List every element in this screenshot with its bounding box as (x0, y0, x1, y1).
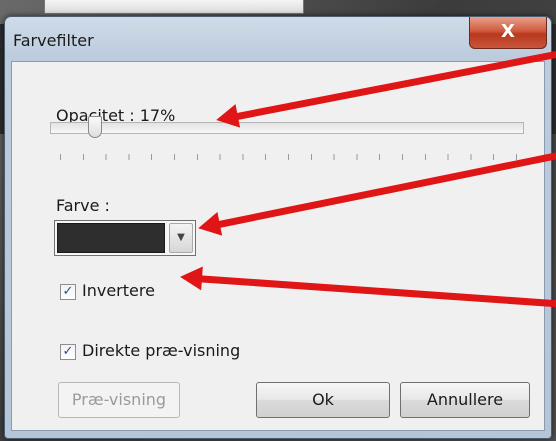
color-filter-dialog: Farvefilter X Opacitet : 17% Farve : ▼ ✓… (4, 16, 552, 439)
preview-button[interactable]: Præ-visning (58, 382, 180, 418)
color-dropdown[interactable]: ▼ (54, 220, 196, 256)
dialog-content: Opacitet : 17% Farve : ▼ ✓ Invertere ✓ D… (11, 61, 545, 431)
background-window (44, 0, 304, 14)
color-swatch (57, 223, 165, 253)
opacity-slider-thumb[interactable] (88, 116, 102, 138)
chevron-down-icon[interactable]: ▼ (169, 223, 193, 253)
cancel-button[interactable]: Annullere (400, 382, 530, 418)
live-preview-label[interactable]: Direkte præ-visning (82, 341, 240, 360)
check-icon: ✓ (62, 344, 74, 359)
close-button[interactable]: X (469, 17, 547, 49)
live-preview-checkbox[interactable]: ✓ (60, 344, 76, 360)
check-icon: ✓ (62, 284, 74, 299)
invert-checkbox[interactable]: ✓ (60, 284, 76, 300)
opacity-slider-ticks (60, 154, 524, 160)
dialog-title: Farvefilter (13, 31, 94, 50)
ok-button[interactable]: Ok (256, 382, 390, 418)
opacity-slider-track[interactable] (50, 122, 524, 134)
color-label: Farve : (56, 196, 110, 215)
invert-label[interactable]: Invertere (82, 281, 155, 300)
